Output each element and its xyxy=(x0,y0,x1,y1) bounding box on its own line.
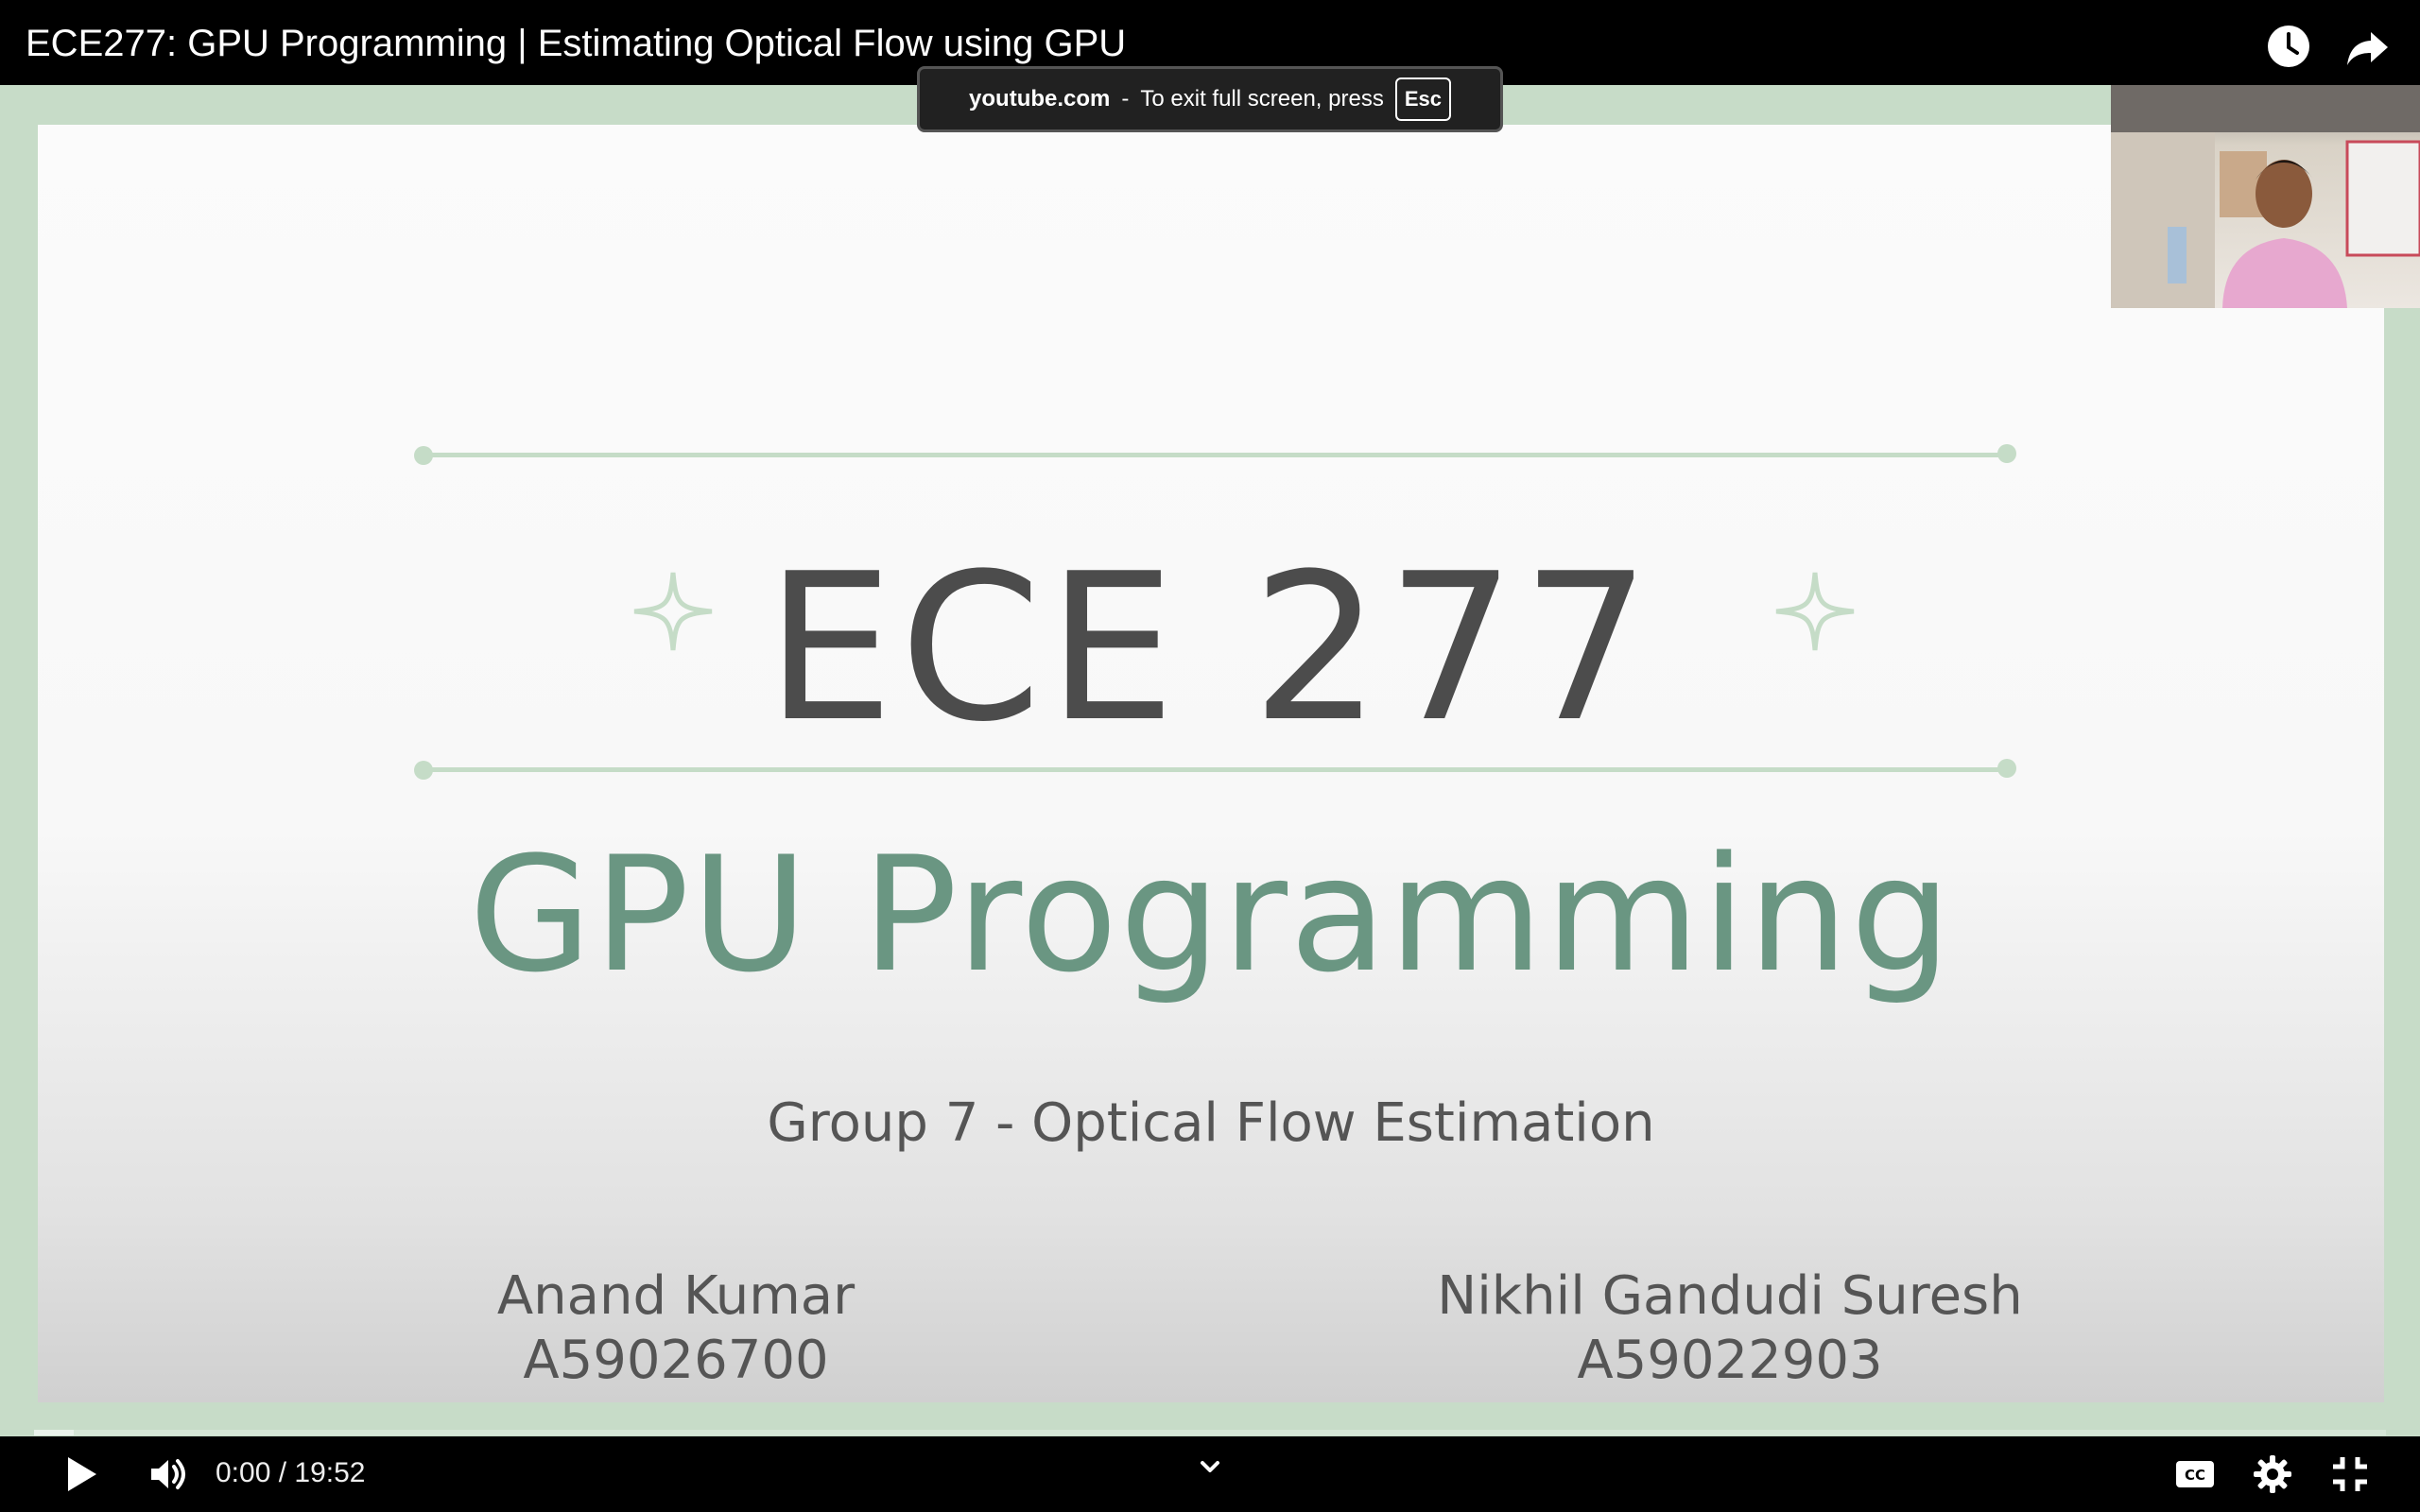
video-player[interactable]: ECE 277 GPU Programming Group 7 - Optica… xyxy=(0,0,2420,1512)
author-name: Nikhil Gandudi Suresh xyxy=(1437,1265,2023,1327)
presentation-slide: ECE 277 GPU Programming Group 7 - Optica… xyxy=(38,125,2384,1402)
time-display: 0:00 / 19:52 xyxy=(216,1457,366,1488)
chevron-down-icon[interactable] xyxy=(1189,1446,1231,1487)
author-id: A59026700 xyxy=(523,1330,829,1391)
slide-group-label: Group 7 - Optical Flow Estimation xyxy=(767,1092,1655,1154)
play-icon[interactable] xyxy=(59,1452,104,1497)
captions-icon[interactable]: CC xyxy=(2172,1452,2218,1497)
presenter-image xyxy=(2111,76,2420,308)
decorative-line-top xyxy=(424,453,2007,457)
player-controls: 0:00 / 19:52 CC xyxy=(0,1436,2420,1512)
toast-separator: - xyxy=(1121,86,1130,112)
author-card: Anand Kumar A59026700 xyxy=(350,1264,1002,1393)
esc-key-badge: Esc xyxy=(1394,77,1451,121)
exit-fullscreen-icon[interactable] xyxy=(2327,1452,2373,1497)
decorative-dot xyxy=(1997,444,2016,463)
decorative-dot xyxy=(1997,759,2016,778)
slide-title: ECE 277 xyxy=(765,529,1657,766)
author-name: Anand Kumar xyxy=(496,1265,856,1327)
decorative-line-bottom xyxy=(424,767,2007,772)
progress-buffer xyxy=(34,1430,74,1435)
video-title[interactable]: ECE277: GPU Programming | Estimating Opt… xyxy=(26,23,1126,65)
webcam-overlay xyxy=(2111,76,2420,308)
slide-subtitle: GPU Programming xyxy=(468,822,1954,1007)
author-id: A59022903 xyxy=(1577,1330,1883,1391)
settings-icon[interactable] xyxy=(2250,1452,2295,1497)
toast-domain: youtube.com xyxy=(969,86,1111,112)
toast-message: To exit full screen, press xyxy=(1140,86,1384,112)
clock-icon[interactable] xyxy=(2265,23,2312,70)
fullscreen-notification: youtube.com - To exit full screen, press… xyxy=(917,66,1503,132)
svg-text:CC: CC xyxy=(2185,1467,2205,1484)
video-frame[interactable]: ECE 277 GPU Programming Group 7 - Optica… xyxy=(0,85,2420,1436)
share-icon[interactable] xyxy=(2344,23,2392,70)
author-card: Nikhil Gandudi Suresh A59022903 xyxy=(1342,1264,2118,1393)
progress-bar[interactable] xyxy=(34,1430,2386,1435)
volume-icon[interactable] xyxy=(146,1452,191,1497)
